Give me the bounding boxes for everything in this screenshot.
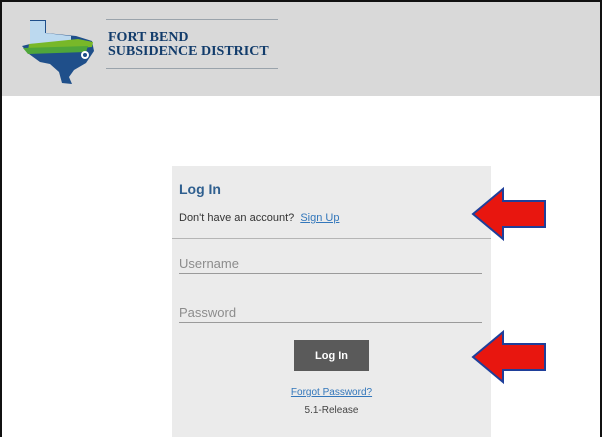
logo-line-1: FORT BEND xyxy=(108,30,189,45)
username-input[interactable] xyxy=(179,254,482,274)
texas-logo-icon xyxy=(22,20,94,84)
login-title: Log In xyxy=(179,181,221,197)
account-prompt: Don't have an account? xyxy=(179,212,295,224)
logo-line-2: SUBSIDENCE DISTRICT xyxy=(108,44,269,59)
logo-rule-top xyxy=(106,19,278,20)
signup-row: Don't have an account? Sign Up xyxy=(179,212,339,224)
logo-rule-bottom xyxy=(106,68,278,69)
forgot-password-link[interactable]: Forgot Password? xyxy=(172,387,491,398)
card-divider xyxy=(172,238,491,239)
version-label: 5.1-Release xyxy=(304,405,359,416)
site-header: FORT BEND SUBSIDENCE DISTRICT xyxy=(2,2,600,96)
password-input[interactable] xyxy=(179,303,482,323)
sign-up-link[interactable]: Sign Up xyxy=(300,212,339,224)
arrow-left-icon xyxy=(471,186,546,242)
arrow-left-icon xyxy=(471,329,546,385)
login-button[interactable]: Log In xyxy=(294,340,369,371)
login-card: Log In Don't have an account? Sign Up Lo… xyxy=(172,166,491,437)
